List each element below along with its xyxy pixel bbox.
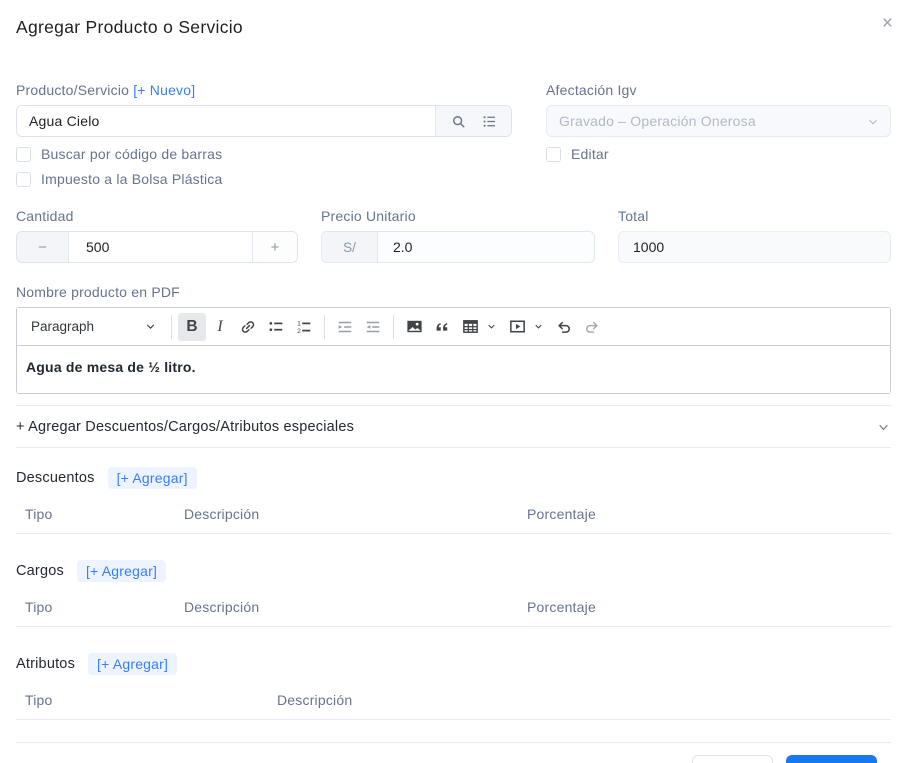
igv-label: Afectación Igv (546, 82, 637, 98)
pdf-name-label: Nombre producto en PDF (16, 284, 180, 300)
edit-checkbox[interactable] (546, 146, 561, 162)
chevron-down-icon (146, 324, 155, 329)
divider (16, 626, 891, 627)
svg-text:2: 2 (297, 328, 301, 335)
quantity-plus-button[interactable]: + (252, 232, 297, 262)
insert-image-icon[interactable] (400, 313, 428, 341)
modal-footer: Cerrar Agregar (16, 743, 891, 763)
italic-icon[interactable]: I (206, 313, 234, 341)
product-igv-row: Producto/Servicio [+ Nuevo] Agua Cielo B… (16, 82, 891, 187)
product-search-input[interactable] (17, 106, 435, 136)
chevron-down-icon (866, 115, 880, 129)
bold-icon[interactable]: B (178, 312, 206, 341)
svg-text:1: 1 (297, 320, 301, 327)
product-search-group (16, 105, 512, 137)
add-product-modal: Agregar Producto o Servicio × Producto/S… (0, 0, 907, 763)
toolbar-separator (324, 314, 325, 339)
column-header-tipo: Tipo (25, 599, 53, 615)
modal-header: Agregar Producto o Servicio × (0, 0, 907, 38)
search-icon[interactable] (450, 113, 467, 130)
quantity-price-total-row: Cantidad − 500 + Precio Unitario S/ 2.0 … (16, 208, 891, 263)
quantity-value[interactable]: 500 (69, 232, 252, 262)
divider (16, 447, 891, 448)
product-list-icon[interactable] (481, 113, 498, 130)
close-button[interactable]: Cerrar (691, 755, 773, 763)
chevron-down-icon (876, 420, 891, 435)
rich-text-editor: Paragraph B I 12 Agua de mesa de ½ litro… (16, 307, 891, 394)
toolbar-separator (171, 314, 172, 339)
special-options-toggle-label: + Agregar Descuentos/Cargos/Atributos es… (16, 419, 355, 435)
discounts-add-button[interactable]: [+ Agregar] (107, 467, 197, 489)
unit-price-group: S/ 2.0 (321, 231, 595, 263)
column-header-descripcion: Descripción (184, 599, 260, 615)
attributes-add-button[interactable]: [+ Agregar] (88, 653, 178, 675)
toolbar-separator (393, 314, 394, 339)
redo-icon[interactable] (578, 313, 606, 341)
link-icon[interactable] (234, 313, 262, 341)
total-label: Total (618, 208, 649, 224)
edit-checkbox-label: Editar (571, 146, 609, 162)
quantity-label: Cantidad (16, 208, 74, 224)
quantity-stepper: − 500 + (16, 231, 298, 263)
outdent-icon[interactable] (359, 313, 387, 341)
column-header-tipo: Tipo (25, 692, 53, 708)
charges-add-button[interactable]: [+ Agregar] (76, 560, 167, 582)
modal-title: Agregar Producto o Servicio (16, 17, 243, 37)
paragraph-dropdown[interactable]: Paragraph (23, 313, 165, 341)
add-button[interactable]: Agregar (785, 755, 877, 763)
barcode-checkbox-row: Buscar por código de barras (16, 146, 512, 162)
media-options-chevron-icon[interactable] (533, 321, 544, 332)
bulleted-list-icon[interactable] (262, 313, 290, 341)
product-service-label-text: Producto/Servicio (16, 82, 130, 98)
pdf-name-section: Nombre producto en PDF Paragraph B I 1 2… (16, 284, 891, 394)
editor-content[interactable]: Agua de mesa de ½ litro. (17, 346, 890, 393)
igv-select[interactable]: Gravado – Operación Onerosa (546, 105, 891, 137)
charges-title: Cargos (16, 563, 64, 579)
divider (16, 719, 891, 720)
numbered-list-icon[interactable]: 12 (290, 313, 318, 341)
pdf-product-name-text: Agua de mesa de ½ litro. (26, 359, 196, 375)
indent-icon[interactable] (331, 313, 359, 341)
charges-section: Cargos [+ Agregar] Tipo Descripción Porc… (16, 560, 891, 627)
discounts-section: Descuentos [+ Agregar] Tipo Descripción … (16, 467, 891, 534)
igv-selected-option: Gravado – Operación Onerosa (559, 113, 756, 129)
barcode-checkbox[interactable] (16, 146, 31, 162)
discounts-table-header: Tipo Descripción Porcentaje (16, 506, 891, 522)
currency-prefix: S/ (322, 232, 378, 262)
column-header-porcentaje: Porcentaje (527, 506, 596, 522)
plastic-bag-checkbox-label: Impuesto a la Bolsa Plástica (41, 171, 223, 187)
product-search-actions (435, 106, 511, 136)
column-header-descripcion: Descripción (277, 692, 353, 708)
barcode-checkbox-label: Buscar por código de barras (41, 146, 223, 162)
plastic-bag-checkbox-row: Impuesto a la Bolsa Plástica (16, 171, 512, 187)
edit-checkbox-row: Editar (546, 146, 891, 162)
paragraph-dropdown-label: Paragraph (31, 319, 95, 334)
unit-price-label: Precio Unitario (321, 208, 416, 224)
total-value: 1000 (618, 231, 891, 263)
attributes-table-header: Tipo Descripción (16, 692, 891, 708)
insert-table-icon[interactable] (456, 313, 484, 341)
special-options-toggle[interactable]: + Agregar Descuentos/Cargos/Atributos es… (16, 406, 891, 447)
plastic-bag-checkbox[interactable] (16, 171, 31, 187)
unit-price-value[interactable]: 2.0 (378, 232, 594, 262)
column-header-porcentaje: Porcentaje (527, 599, 596, 615)
column-header-tipo: Tipo (25, 506, 53, 522)
discounts-title: Descuentos (16, 470, 95, 486)
charges-table-header: Tipo Descripción Porcentaje (16, 599, 891, 615)
quantity-minus-button[interactable]: − (17, 232, 69, 262)
attributes-title: Atributos (16, 656, 76, 672)
table-options-chevron-icon[interactable] (486, 321, 497, 332)
new-product-link[interactable]: [+ Nuevo] (133, 82, 195, 98)
divider (16, 533, 891, 534)
undo-icon[interactable] (550, 313, 578, 341)
insert-media-icon[interactable] (503, 313, 531, 341)
product-service-label: Producto/Servicio [+ Nuevo] (16, 82, 512, 98)
attributes-section: Atributos [+ Agregar] Tipo Descripción (16, 653, 891, 720)
editor-toolbar: Paragraph B I 12 (17, 308, 890, 346)
block-quote-icon[interactable] (428, 313, 456, 341)
column-header-descripcion: Descripción (184, 506, 260, 522)
close-icon[interactable]: × (882, 14, 893, 33)
